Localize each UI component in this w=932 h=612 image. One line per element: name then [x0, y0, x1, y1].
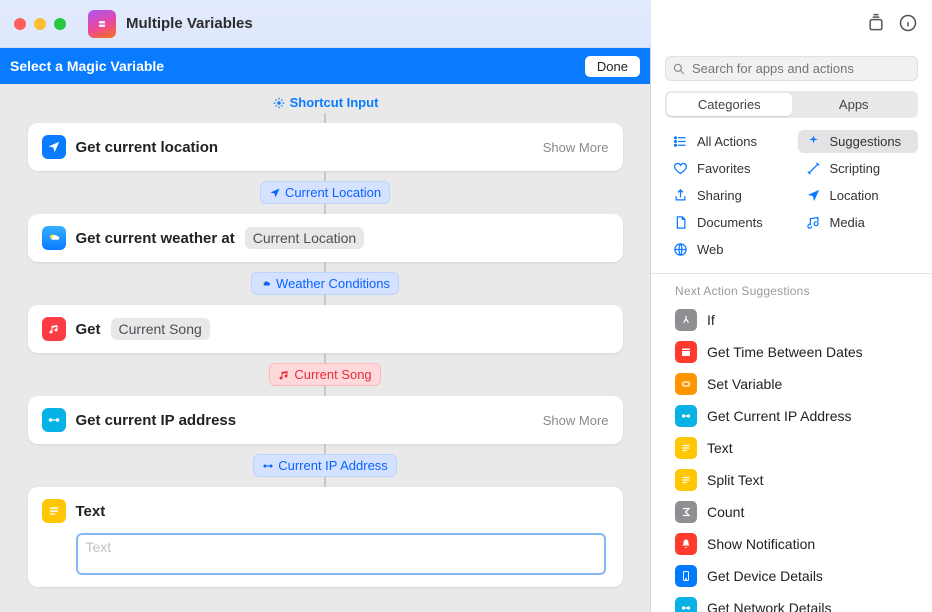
suggestions-header: Next Action Suggestions — [665, 274, 918, 304]
category-suggestions[interactable]: Suggestions — [798, 130, 919, 153]
action-title: Get current weather at — [76, 230, 235, 247]
show-more-button[interactable]: Show More — [543, 140, 609, 155]
search-box[interactable] — [665, 56, 918, 81]
magic-variable-ip-address[interactable]: Current IP Address — [253, 454, 397, 477]
info-button[interactable] — [898, 13, 918, 36]
actions-sidebar: Categories Apps All Actions Suggestions Fa… — [651, 48, 932, 612]
bell-icon — [675, 533, 697, 555]
sidebar-toolbar — [651, 0, 932, 48]
library-button[interactable] — [866, 13, 886, 36]
action-title: Get current location — [76, 139, 219, 156]
suggestion-item[interactable]: Show Notification — [665, 528, 918, 560]
action-get-ip[interactable]: Get current IP address Show More — [28, 396, 623, 444]
sum-icon — [675, 501, 697, 523]
editor-canvas[interactable]: Shortcut Input Get current location Show… — [0, 84, 650, 612]
shortcut-input-token[interactable]: Shortcut Input — [264, 92, 387, 113]
suggestion-item[interactable]: Count — [665, 496, 918, 528]
cal-icon — [675, 341, 697, 363]
text-icon — [42, 499, 66, 523]
text-input[interactable]: Text — [76, 533, 606, 575]
ip-icon — [675, 405, 697, 427]
globe-icon — [673, 242, 689, 257]
doc-icon — [673, 215, 689, 230]
var-icon — [675, 373, 697, 395]
category-location[interactable]: Location — [798, 184, 919, 207]
action-title: Text — [76, 503, 106, 520]
segmented-control[interactable]: Categories Apps — [665, 91, 918, 118]
show-more-button[interactable]: Show More — [543, 413, 609, 428]
category-media[interactable]: Media — [798, 211, 919, 234]
action-text[interactable]: Text Text — [28, 487, 623, 587]
magic-variable-title: Select a Magic Variable — [10, 58, 164, 74]
action-title: Get current IP address — [76, 412, 237, 429]
segment-apps[interactable]: Apps — [792, 93, 917, 116]
window-title: Multiple Variables — [126, 15, 253, 32]
category-sharing[interactable]: Sharing — [665, 184, 786, 207]
suggestion-item[interactable]: Get Network Details — [665, 592, 918, 612]
suggestion-item[interactable]: If — [665, 304, 918, 336]
suggestion-item[interactable]: Split Text — [665, 464, 918, 496]
share-icon — [673, 188, 689, 203]
category-all-actions[interactable]: All Actions — [665, 130, 786, 153]
device-icon — [675, 565, 697, 587]
magic-variable-weather-conditions[interactable]: Weather Conditions — [251, 272, 399, 295]
list-icon — [673, 134, 689, 149]
location-icon — [42, 135, 66, 159]
connector — [324, 113, 326, 123]
category-documents[interactable]: Documents — [665, 211, 786, 234]
category-web[interactable]: Web — [665, 238, 786, 261]
parameter-token[interactable]: Current Song — [111, 318, 210, 340]
search-input[interactable] — [692, 61, 911, 76]
segment-categories[interactable]: Categories — [667, 93, 792, 116]
action-get-location[interactable]: Get current location Show More — [28, 123, 623, 171]
window-close[interactable] — [14, 18, 26, 30]
weather-icon — [42, 226, 66, 250]
suggestion-item[interactable]: Text — [665, 432, 918, 464]
suggestion-item[interactable]: Get Device Details — [665, 560, 918, 592]
done-button[interactable]: Done — [585, 56, 640, 77]
action-get-weather[interactable]: Get current weather at Current Location — [28, 214, 623, 262]
suggestion-item[interactable]: Set Variable — [665, 368, 918, 400]
category-scripting[interactable]: Scripting — [798, 157, 919, 180]
suggestion-item[interactable]: Get Time Between Dates — [665, 336, 918, 368]
wand-icon — [806, 161, 822, 176]
ip-icon — [675, 597, 697, 612]
magic-variable-bar: Select a Magic Variable Done — [0, 48, 650, 84]
magic-variable-current-location[interactable]: Current Location — [260, 181, 390, 204]
music-icon — [42, 317, 66, 341]
suggestion-item[interactable]: Get Current IP Address — [665, 400, 918, 432]
text-icon — [675, 437, 697, 459]
media-icon — [806, 215, 822, 230]
heart-icon — [673, 161, 689, 176]
window-zoom[interactable] — [54, 18, 66, 30]
action-get-song[interactable]: Get Current Song — [28, 305, 623, 353]
action-title: Get — [76, 321, 101, 338]
category-favorites[interactable]: Favorites — [665, 157, 786, 180]
sparkle-icon — [806, 134, 822, 149]
network-icon — [42, 408, 66, 432]
window-minimize[interactable] — [34, 18, 46, 30]
nav-icon — [806, 188, 822, 203]
search-icon — [672, 62, 686, 76]
parameter-token[interactable]: Current Location — [245, 227, 365, 249]
branch-icon — [675, 309, 697, 331]
magic-variable-current-song[interactable]: Current Song — [269, 363, 380, 386]
text-icon — [675, 469, 697, 491]
shortcut-app-icon — [88, 10, 116, 38]
